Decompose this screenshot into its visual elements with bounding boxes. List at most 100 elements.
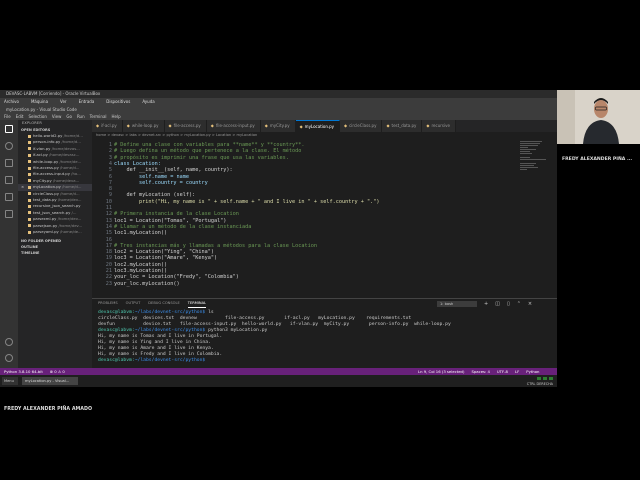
- vbox-menu-maquina[interactable]: Máquina: [31, 98, 48, 106]
- indentation[interactable]: Spaces: 4: [471, 368, 489, 375]
- explorer-sidebar: EXPLORER OPEN EDITORS hello-world2.py /h…: [18, 120, 92, 368]
- cursor-position[interactable]: Ln 9, Col 16 (3 selected): [418, 368, 464, 375]
- explorer-icon[interactable]: [5, 125, 13, 133]
- account-icon[interactable]: [5, 338, 13, 346]
- new-terminal-icon[interactable]: +: [484, 300, 488, 308]
- terminal-select[interactable]: 1: bash: [437, 301, 477, 307]
- menu-selection[interactable]: Selection: [28, 113, 46, 120]
- line-number: 9: [108, 192, 112, 199]
- editor-tab[interactable]: ◆ while-loop.py: [122, 120, 165, 132]
- python-file-icon: [28, 166, 31, 170]
- menu-help[interactable]: Help: [112, 113, 121, 120]
- code-line[interactable]: your_loc.myLocation(): [114, 281, 180, 287]
- taskbar-vscode-item[interactable]: myLocation.py - Visual...: [22, 377, 78, 385]
- search-icon[interactable]: [5, 142, 13, 150]
- tab-label: recursive: [431, 123, 450, 128]
- chevron-up-icon[interactable]: ⌃: [517, 300, 521, 308]
- tab-label: myCity.py: [269, 123, 290, 128]
- code-line[interactable]: loc3 = Location("Amare", "Kenya"): [114, 255, 217, 261]
- menu-go[interactable]: Go: [66, 113, 72, 120]
- screen: DEVASC-LABVM [Corriendo] - Oracle Virtua…: [0, 0, 640, 480]
- code-line[interactable]: self.country = country: [114, 180, 208, 186]
- file-path: /home/d...: [60, 165, 80, 171]
- terminal-line: devasc@labvm:~/labs/devnet-src/python$: [98, 358, 208, 363]
- code-area[interactable]: # Define una clase con variables para **…: [114, 139, 544, 298]
- timeline-header[interactable]: TIMELINE: [18, 250, 92, 256]
- editor-tab[interactable]: ◆ file-access.py: [164, 120, 207, 132]
- tab-label: file-access.py: [173, 123, 201, 128]
- menu-terminal[interactable]: Terminal: [90, 113, 107, 120]
- extensions-icon[interactable]: [5, 193, 13, 201]
- activity-bar: [0, 120, 18, 368]
- vbox-menu-entrada[interactable]: Entrada: [79, 98, 95, 106]
- start-menu-button[interactable]: Menu: [2, 377, 18, 385]
- editor-tab[interactable]: ◆ myCity.py: [260, 120, 296, 132]
- menu-file[interactable]: File: [4, 113, 11, 120]
- python-file-icon: ◆: [210, 123, 214, 128]
- vbox-menu-dispositivos[interactable]: Dispositivos: [106, 98, 130, 106]
- vbox-menu-archivo[interactable]: Archivo: [4, 98, 19, 106]
- source-control-icon[interactable]: [5, 159, 13, 167]
- code-line[interactable]: # Primera instancia de la clase Location: [114, 211, 239, 217]
- eol[interactable]: LF: [515, 368, 519, 375]
- editor-tab[interactable]: ◆ circleClass.py: [340, 120, 383, 132]
- code-line[interactable]: loc1.myLocation(): [114, 230, 167, 236]
- editor-tab[interactable]: ◆ file-access-input.py: [206, 120, 261, 132]
- code-line[interactable]: def __init__(self, name, country):: [114, 167, 232, 173]
- terminal-output[interactable]: devasc@labvm:~/labs/devnet-src/python$ l…: [98, 310, 553, 368]
- breadcrumb[interactable]: home > devasc > labs > devnet-src > pyth…: [92, 132, 557, 139]
- menu-edit[interactable]: Edit: [16, 113, 24, 120]
- tab-terminal[interactable]: TERMINAL: [187, 299, 207, 308]
- menu-view[interactable]: View: [52, 113, 62, 120]
- code-line[interactable]: # Llamar a un método de la clase instanc…: [114, 224, 251, 230]
- code-line[interactable]: loc2 = Location("Ying", "China"): [114, 249, 214, 255]
- file-name: parsejson.py: [33, 222, 58, 228]
- language-mode[interactable]: Python: [526, 368, 539, 375]
- problems-count[interactable]: ⊗ 0 ⚠ 0: [50, 368, 65, 375]
- code-line[interactable]: self.name = name: [114, 174, 189, 180]
- usb-icon: [543, 376, 547, 380]
- participant-person-icon: [557, 90, 640, 144]
- split-terminal-icon[interactable]: ◫: [495, 300, 500, 308]
- file-name: file-access.py: [33, 165, 59, 171]
- terminal-line: Hi, my name is Fredy and I live in Colom…: [98, 352, 223, 357]
- editor-tab[interactable]: ◆ recursive: [422, 120, 456, 132]
- code-line[interactable]: your_loc = Location("Fredy", "Colombia"): [114, 274, 239, 280]
- run-debug-icon[interactable]: [5, 176, 13, 184]
- gear-icon[interactable]: [5, 354, 13, 362]
- encoding[interactable]: UTF-8: [497, 368, 508, 375]
- code-line[interactable]: # propósito es imprimir una frase que us…: [114, 155, 289, 161]
- code-line[interactable]: class Location:: [114, 161, 161, 167]
- editor-tab[interactable]: ◆ test_data.py: [382, 120, 423, 132]
- code-line[interactable]: # Tres instancias más y llamadas a métod…: [114, 243, 317, 249]
- code-line[interactable]: loc2.myLocation(): [114, 262, 167, 268]
- line-number: 6: [108, 173, 112, 180]
- code-line[interactable]: print("Hi, my name is " + self.name + " …: [114, 199, 379, 205]
- code-line[interactable]: loc1 = Location("Tomas", "Portugal"): [114, 218, 226, 224]
- menu-run[interactable]: Run: [77, 113, 85, 120]
- code-line[interactable]: loc3.myLocation(): [114, 268, 167, 274]
- close-icon[interactable]: ×: [528, 300, 532, 308]
- python-interpreter[interactable]: Python 3.8.10 64-bit: [4, 368, 43, 375]
- tab-debug-console[interactable]: DEBUG CONSOLE: [148, 299, 179, 308]
- panel-actions: + ◫ ▯ ⌃ ×: [484, 300, 532, 308]
- tab-output[interactable]: OUTPUT: [126, 299, 141, 308]
- bottom-panel: PROBLEMS OUTPUT DEBUG CONSOLE TERMINAL 1…: [92, 298, 557, 368]
- line-number: 21: [105, 268, 112, 274]
- file-path: /home/devasc...: [49, 152, 80, 158]
- remote-explorer-icon[interactable]: [5, 210, 13, 218]
- file-name: test_data.py: [33, 197, 57, 203]
- code-editor[interactable]: 1 2 3 4 5 6 7 8 9 10 11 12 13 14 15 16 17 18 19 20 21 22 23 # …: [92, 139, 557, 298]
- open-editor-item[interactable]: parseyaml.py /home/de...: [18, 229, 92, 235]
- code-line[interactable]: def myLocation (self):: [114, 192, 195, 198]
- minimap[interactable]: [520, 141, 550, 181]
- editor-tab[interactable]: ◆ if-acl.py: [92, 120, 123, 132]
- code-line[interactable]: # Luego defina un método que pertenece a…: [114, 148, 301, 154]
- file-name: parsexml.py: [33, 216, 57, 222]
- file-name: while-loop.py: [33, 158, 59, 164]
- tab-problems[interactable]: PROBLEMS: [98, 299, 118, 308]
- trash-icon[interactable]: ▯: [507, 300, 510, 308]
- vbox-menu-ver[interactable]: Ver: [60, 98, 67, 106]
- editor-tab[interactable]: ◆ myLocation.py: [295, 120, 341, 132]
- vbox-menu-ayuda[interactable]: Ayuda: [142, 98, 154, 106]
